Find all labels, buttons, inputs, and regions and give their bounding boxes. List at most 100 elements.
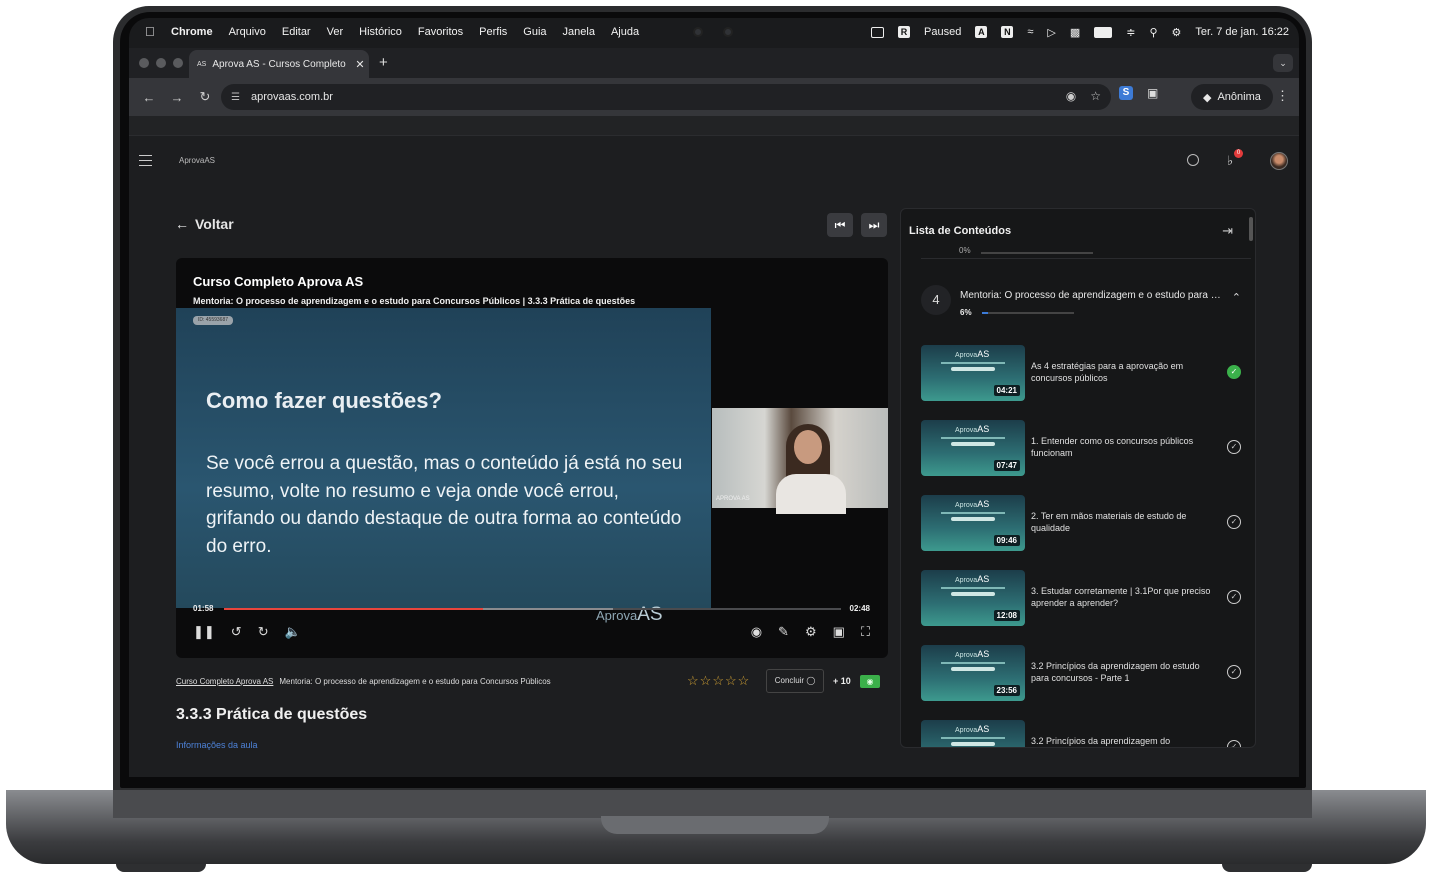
back-arrow-icon[interactable]: ← <box>141 90 157 105</box>
tab-title: Aprova AS - Cursos Completo <box>212 58 346 70</box>
autoplay-toggle-icon[interactable]: ◉ <box>751 624 762 640</box>
avatar[interactable] <box>1270 152 1288 170</box>
chevron-up-icon[interactable]: ⌃ <box>1232 291 1241 304</box>
control-center-icon[interactable]: ⚙ <box>1172 26 1182 39</box>
settings-icon[interactable]: ⚙ <box>805 624 817 640</box>
bell-icon[interactable]: ♭ <box>1227 153 1233 169</box>
next-lesson-button[interactable]: ⏭ <box>861 213 887 237</box>
menu-ver[interactable]: Ver <box>327 26 344 38</box>
battery-icon[interactable] <box>1094 26 1113 38</box>
fullscreen-icon[interactable]: ⛶ <box>861 624 870 640</box>
chrome-menu-icon[interactable]: ⋮ <box>1276 88 1289 104</box>
user-icon[interactable]: ▩ <box>1070 26 1080 39</box>
incognito-badge[interactable]: ◆ Anônima <box>1191 84 1273 110</box>
menu-editar[interactable]: Editar <box>282 26 311 38</box>
lesson-item[interactable]: AprovaAS 04:21 As 4 estratégias para a apr… <box>921 345 1241 401</box>
site-settings-icon[interactable]: ☰ <box>231 92 243 103</box>
play-circle-icon[interactable]: ▷ <box>1047 26 1055 39</box>
star-icon[interactable]: ☆ <box>712 673 725 688</box>
eye-off-icon[interactable]: ◉ <box>1066 89 1076 103</box>
rewind-30-icon[interactable]: ↺ <box>231 624 242 640</box>
hamburger-menu-icon[interactable] <box>139 155 152 166</box>
previous-module[interactable]: 0% <box>921 243 1251 259</box>
check-circle-icon[interactable]: ✓ <box>1227 440 1241 454</box>
video-slide: Como fazer questões? Se você errou a que… <box>176 308 711 625</box>
address-bar[interactable]: ☰ aprovaas.com.br ◉ ☆ <box>221 84 1111 110</box>
display-icon[interactable] <box>871 26 885 38</box>
star-icon[interactable]: ☆ <box>738 673 751 688</box>
zoom-window-button[interactable] <box>173 58 183 68</box>
collapse-panel-icon[interactable]: ⇥ <box>1222 223 1233 239</box>
lesson-item[interactable]: AprovaAS 07:47 1. Entender como os concurs… <box>921 420 1241 476</box>
close-window-button[interactable] <box>139 58 149 68</box>
star-icon[interactable]: ☆ <box>700 673 713 688</box>
money-icon: ◉ <box>860 675 880 688</box>
menu-ajuda[interactable]: Ajuda <box>611 26 639 38</box>
url-text[interactable]: aprovaas.com.br <box>251 91 333 103</box>
star-icon[interactable]: ☆ <box>687 673 700 688</box>
bookmark-star-icon[interactable]: ☆ <box>1090 89 1101 103</box>
lesson-item[interactable]: AprovaAS 12:08 3. Estudar corretamente | 3… <box>921 570 1241 626</box>
module-progress-bar <box>982 312 1074 314</box>
module-header[interactable]: 4 Mentoria: O processo de aprendizagem e… <box>921 285 1241 327</box>
volume-icon[interactable]: 🔈 <box>285 624 301 640</box>
tab-aprova-as[interactable]: AS Aprova AS - Cursos Completo ✕ <box>189 50 369 78</box>
menu-perfis[interactable]: Perfis <box>479 26 507 38</box>
check-circle-icon[interactable]: ✓ <box>1227 515 1241 529</box>
star-icon[interactable]: ☆ <box>725 673 738 688</box>
check-circle-icon[interactable]: ✓ <box>1227 590 1241 604</box>
seek-bar[interactable] <box>224 608 841 610</box>
menu-favoritos[interactable]: Favoritos <box>418 26 463 38</box>
menu-arquivo[interactable]: Arquivo <box>229 26 266 38</box>
menubar-clock[interactable]: Ter. 7 de jan. 16:22 <box>1195 26 1289 38</box>
laptop-hinge <box>113 790 1312 818</box>
lesson-info-link[interactable]: Informações da aula <box>176 740 258 750</box>
picture-in-picture-icon[interactable]: ▣ <box>833 624 845 640</box>
check-circle-icon[interactable]: ✓ <box>1227 665 1241 679</box>
panel-scrollbar[interactable] <box>1249 217 1253 241</box>
wifi-icon[interactable]: ≑ <box>1126 26 1135 39</box>
lesson-item[interactable]: AprovaAS 3.2 Princípios da aprendizagem d… <box>921 720 1241 747</box>
recorder-icon[interactable]: R <box>898 26 911 38</box>
s-extension-icon[interactable]: S <box>1119 86 1133 100</box>
menubar-app[interactable]: Chrome <box>171 26 213 38</box>
pause-icon[interactable]: ❚❚ <box>193 624 215 640</box>
forward-arrow-icon[interactable]: → <box>169 90 185 105</box>
forward-10-icon[interactable]: ↻ <box>258 624 269 640</box>
search-icon[interactable] <box>1187 154 1199 166</box>
favicon: AS <box>197 60 207 68</box>
lesson-item[interactable]: AprovaAS 09:46 2. Ter em mãos materiais de… <box>921 495 1241 551</box>
webcam-label: APROVA AS <box>716 496 750 502</box>
back-button[interactable]: ← Voltar <box>175 216 234 232</box>
menubar-status: R Paused A N ≈ ▷ ▩ ≑ ⚲ ⚙ Ter. 7 de jan. … <box>871 18 1289 46</box>
webcam-overlay: APROVA AS <box>712 408 888 514</box>
notes-icon[interactable]: ✎ <box>778 624 789 640</box>
spotlight-icon[interactable]: ⚲ <box>1149 26 1157 39</box>
lesson-name: 3.2 Princípios da aprendizagem do estudo… <box>1031 661 1200 683</box>
notion-icon[interactable]: N <box>1001 26 1014 38</box>
puzzle-icon[interactable]: ▣ <box>1147 86 1158 100</box>
lesson-thumbnail: AprovaAS 04:21 <box>921 345 1025 401</box>
lesson-item[interactable]: AprovaAS 23:56 3.2 Princípios da aprendiza… <box>921 645 1241 701</box>
breadcrumb-course[interactable]: Curso Completo Aprova AS <box>176 677 273 686</box>
close-tab-icon[interactable]: ✕ <box>351 58 369 71</box>
thumb-line <box>941 662 1005 664</box>
menu-historico[interactable]: Histórico <box>359 26 402 38</box>
reload-icon[interactable]: ↻ <box>197 89 213 105</box>
activity-icon[interactable]: ≈ <box>1027 26 1033 38</box>
new-tab-button[interactable]: + <box>379 54 388 71</box>
menu-janela[interactable]: Janela <box>563 26 595 38</box>
previous-lesson-button[interactable]: ⏮ <box>827 213 853 237</box>
tab-search-button[interactable]: ⌄ <box>1273 54 1293 72</box>
check-filled-icon[interactable]: ✓ <box>1227 365 1241 379</box>
text-tool-icon[interactable]: A <box>975 26 988 38</box>
site-logo[interactable]: AprovaAS <box>179 156 215 165</box>
minimize-window-button[interactable] <box>156 58 166 68</box>
conclude-label: Concluir <box>774 676 805 685</box>
check-circle-icon[interactable]: ✓ <box>1227 740 1241 747</box>
menu-guia[interactable]: Guia <box>523 26 546 38</box>
conclude-button[interactable]: Concluir ◯ <box>766 669 824 693</box>
rating-stars[interactable]: ☆☆☆☆☆ <box>687 673 750 689</box>
apple-icon[interactable]:  <box>145 25 157 39</box>
video-player[interactable]: Como fazer questões? Se você errou a que… <box>176 258 888 658</box>
